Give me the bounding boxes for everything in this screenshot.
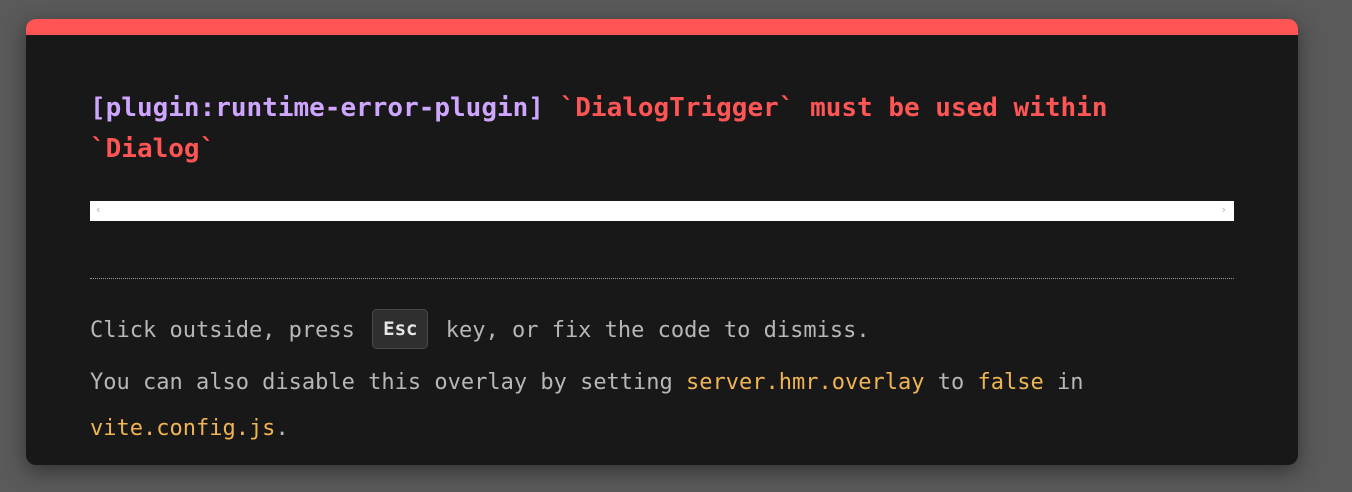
tip-text: in — [1056, 370, 1084, 395]
tip-text: . — [275, 416, 289, 441]
tip-text: You can also disable this overlay by set… — [90, 370, 673, 395]
divider — [90, 278, 1234, 279]
scroll-right-icon[interactable]: › — [1220, 203, 1227, 217]
error-overlay: [plugin:runtime-error-plugin] `DialogTri… — [26, 19, 1298, 465]
tip-text: to — [937, 370, 965, 395]
error-message: [plugin:runtime-error-plugin] `DialogTri… — [90, 88, 1240, 170]
config-file: vite.config.js — [90, 416, 276, 441]
dismiss-tip: Click outside, press Esc key, or fix the… — [90, 309, 1240, 353]
tip-text: key, or fix the code to dismiss. — [445, 318, 870, 343]
plugin-name: [plugin:runtime-error-plugin] — [90, 93, 544, 123]
tip-text: Click outside, press — [90, 318, 355, 343]
config-value: false — [977, 370, 1044, 395]
config-key: server.hmr.overlay — [686, 370, 925, 395]
code-frame-scrollbar[interactable]: ‹ › — [90, 201, 1234, 221]
disable-overlay-tip: You can also disable this overlay by set… — [90, 360, 1240, 452]
scroll-left-icon[interactable]: ‹ — [95, 203, 102, 217]
esc-key: Esc — [372, 309, 429, 349]
